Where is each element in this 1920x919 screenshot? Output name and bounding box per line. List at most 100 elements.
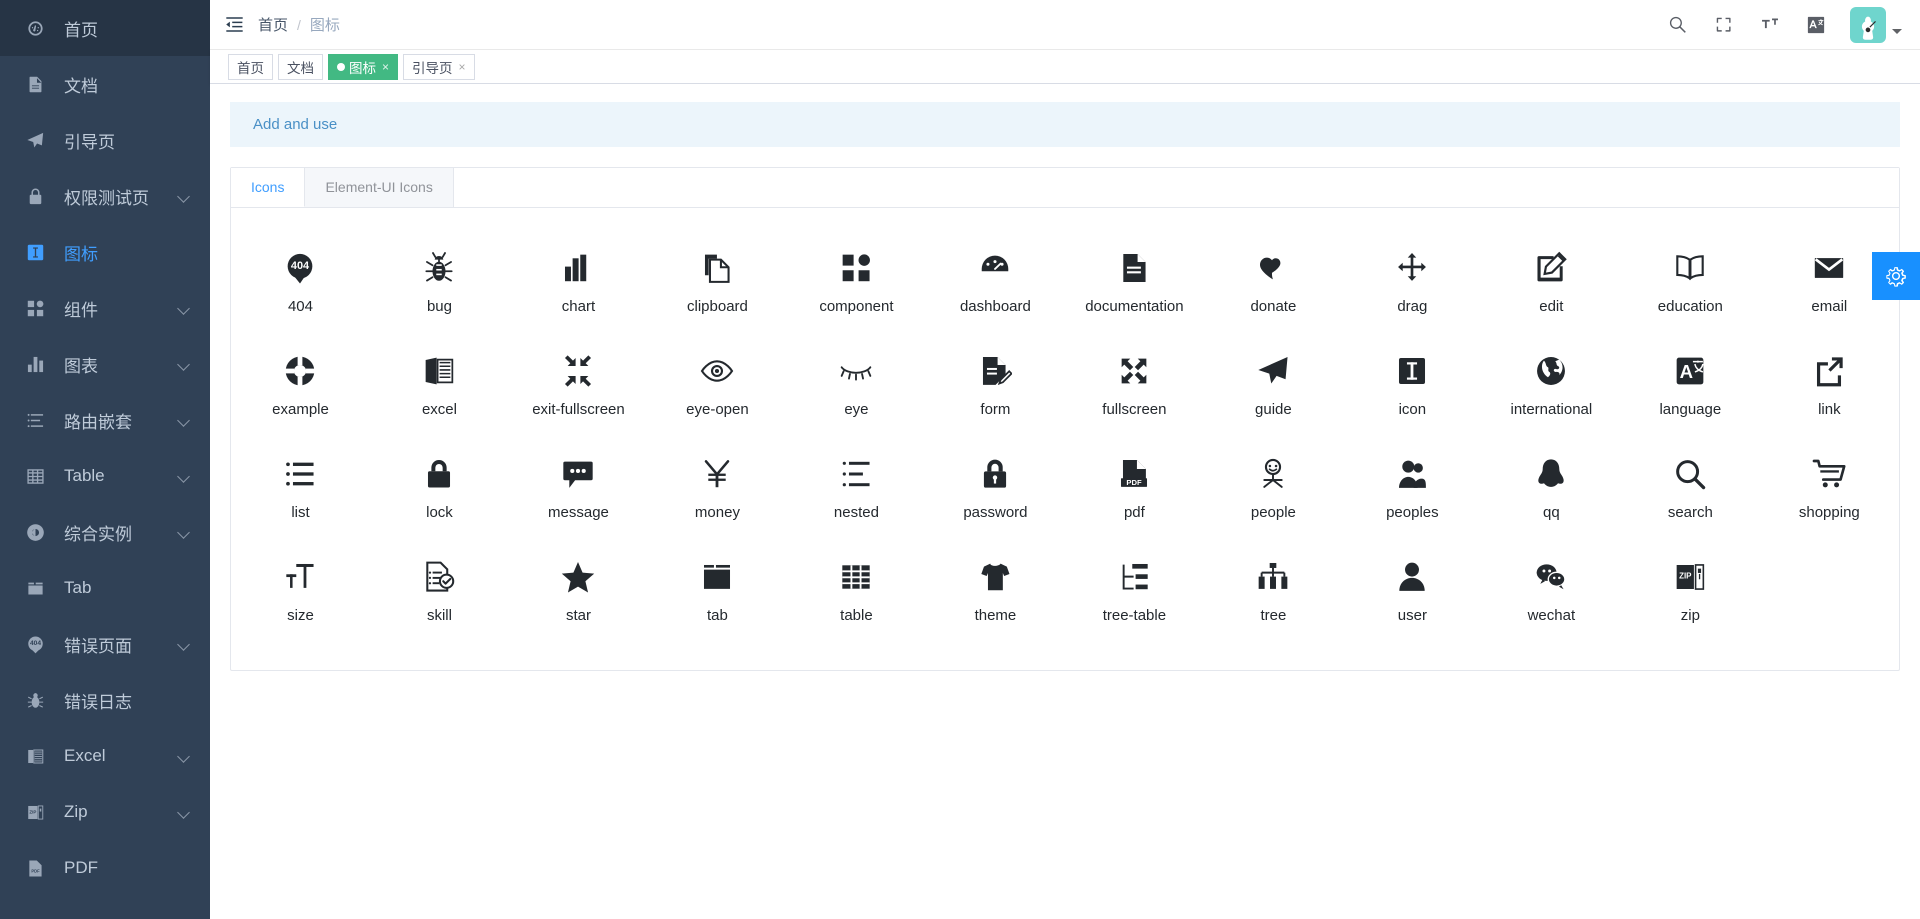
tag-item[interactable]: 首页 xyxy=(228,54,273,80)
icon-cell-guide[interactable]: guide xyxy=(1204,333,1343,436)
icon-cell-money[interactable]: money xyxy=(648,436,787,539)
chevron-down-icon[interactable] xyxy=(178,638,190,650)
chevron-down-icon[interactable] xyxy=(178,526,190,538)
sidebar-item-9[interactable]: Table xyxy=(0,448,210,504)
sidebar-item-5[interactable]: 图标 xyxy=(0,224,210,280)
icon-cell-wechat[interactable]: wechat xyxy=(1482,539,1621,642)
icon-cell-example[interactable]: example xyxy=(231,333,370,436)
icon-cell-documentation[interactable]: documentation xyxy=(1065,230,1204,333)
icon-cell-star[interactable]: star xyxy=(509,539,648,642)
tab-element-ui-icons[interactable]: Element-UI Icons xyxy=(305,168,453,207)
sidebar-item-1[interactable]: 首页 xyxy=(0,0,210,56)
hamburger-icon[interactable] xyxy=(210,0,258,50)
icon-cell-list[interactable]: list xyxy=(231,436,370,539)
icon-cell-zip[interactable]: ZIPzip xyxy=(1621,539,1760,642)
sidebar-item-10[interactable]: 综合实例 xyxy=(0,504,210,560)
sidebar-item-6[interactable]: 组件 xyxy=(0,280,210,336)
icon-label: pdf xyxy=(1069,504,1200,521)
icon-label: list xyxy=(235,504,366,521)
chevron-down-icon[interactable] xyxy=(178,190,190,202)
icon-cell-user[interactable]: user xyxy=(1343,539,1482,642)
tag-item[interactable]: 文档 xyxy=(278,54,323,80)
icon-cell-fullscreen[interactable]: fullscreen xyxy=(1065,333,1204,436)
breadcrumb-item-home[interactable]: 首页 xyxy=(258,14,288,35)
donate-icon xyxy=(1208,248,1339,288)
settings-panel-button[interactable] xyxy=(1872,252,1920,300)
icon-cell-size[interactable]: size xyxy=(231,539,370,642)
sidebar-item-4[interactable]: 权限测试页 xyxy=(0,168,210,224)
icon-cell-drag[interactable]: drag xyxy=(1343,230,1482,333)
icon-cell-pdf[interactable]: PDFpdf xyxy=(1065,436,1204,539)
icon-cell-education[interactable]: education xyxy=(1621,230,1760,333)
chevron-down-icon[interactable] xyxy=(178,470,190,482)
chevron-down-icon[interactable] xyxy=(178,750,190,762)
size-icon[interactable] xyxy=(1758,13,1782,37)
icon-cell-peoples[interactable]: peoples xyxy=(1343,436,1482,539)
sidebar-item-2[interactable]: 文档 xyxy=(0,56,210,112)
icon-cell-search[interactable]: search xyxy=(1621,436,1760,539)
avatar[interactable] xyxy=(1850,7,1902,43)
icon-cell-international[interactable]: international xyxy=(1482,333,1621,436)
chevron-down-icon[interactable] xyxy=(1892,29,1902,34)
sidebar-item-16[interactable]: PDF PDF xyxy=(0,840,210,896)
sidebar-item-11[interactable]: Tab xyxy=(0,560,210,616)
icon-cell-bug[interactable]: bug xyxy=(370,230,509,333)
close-icon[interactable]: × xyxy=(459,61,466,73)
language-icon[interactable] xyxy=(1804,13,1828,37)
icon-cell-qq[interactable]: qq xyxy=(1482,436,1621,539)
add-and-use-alert: Add and use xyxy=(230,102,1900,147)
svg-text:ZIP: ZIP xyxy=(1679,572,1692,581)
sidebar-item-3[interactable]: 引导页 xyxy=(0,112,210,168)
chevron-down-icon[interactable] xyxy=(178,358,190,370)
tab-icons[interactable]: Icons xyxy=(231,168,305,207)
chevron-down-icon[interactable] xyxy=(178,806,190,818)
icon-cell-chart[interactable]: chart xyxy=(509,230,648,333)
sidebar-item-8[interactable]: 路由嵌套 xyxy=(0,392,210,448)
search-icon[interactable] xyxy=(1666,13,1690,37)
icon-cell-people[interactable]: people xyxy=(1204,436,1343,539)
icon-cell-form[interactable]: form xyxy=(926,333,1065,436)
icon-cell-tab[interactable]: tab xyxy=(648,539,787,642)
pdf-icon: PDF xyxy=(24,857,46,879)
chevron-down-icon[interactable] xyxy=(178,414,190,426)
icon-cell-icon[interactable]: icon xyxy=(1343,333,1482,436)
icon-cell-edit[interactable]: edit xyxy=(1482,230,1621,333)
icon-cell-eye-open[interactable]: eye-open xyxy=(648,333,787,436)
icon-cell-message[interactable]: message xyxy=(509,436,648,539)
sidebar-item-14[interactable]: Excel xyxy=(0,728,210,784)
icon-cell-lock[interactable]: lock xyxy=(370,436,509,539)
sidebar-item-label: Zip xyxy=(64,802,178,822)
sidebar-item-15[interactable]: ZIPZip xyxy=(0,784,210,840)
icon-label: language xyxy=(1625,401,1756,418)
icon-cell-dashboard[interactable]: dashboard xyxy=(926,230,1065,333)
icon-cell-tree[interactable]: tree xyxy=(1204,539,1343,642)
icon-cell-component[interactable]: component xyxy=(787,230,926,333)
icon-cell-theme[interactable]: theme xyxy=(926,539,1065,642)
icon-cell-nested[interactable]: nested xyxy=(787,436,926,539)
icon-cell-eye[interactable]: eye xyxy=(787,333,926,436)
icon-cell-excel[interactable]: excel xyxy=(370,333,509,436)
icon-label: chart xyxy=(513,298,644,315)
sidebar-item-7[interactable]: 图表 xyxy=(0,336,210,392)
icon-cell-skill[interactable]: skill xyxy=(370,539,509,642)
tag-item[interactable]: 引导页× xyxy=(403,54,475,80)
add-and-use-link[interactable]: Add and use xyxy=(253,116,337,133)
icon-cell-table[interactable]: table xyxy=(787,539,926,642)
icon-cell-language[interactable]: Alanguage xyxy=(1621,333,1760,436)
icon-cell-shopping[interactable]: shopping xyxy=(1760,436,1899,539)
chevron-down-icon[interactable] xyxy=(178,302,190,314)
icon-cell-donate[interactable]: donate xyxy=(1204,230,1343,333)
fullscreen-icon[interactable] xyxy=(1712,13,1736,37)
icon-cell-link[interactable]: link xyxy=(1760,333,1899,436)
tag-item[interactable]: 图标× xyxy=(328,54,398,80)
close-icon[interactable]: × xyxy=(382,61,389,73)
icon-cell-password[interactable]: password xyxy=(926,436,1065,539)
sidebar-item-12[interactable]: 404错误页面 xyxy=(0,616,210,672)
icon-cell-tree-table[interactable]: tree-table xyxy=(1065,539,1204,642)
icon-cell-clipboard[interactable]: clipboard xyxy=(648,230,787,333)
sidebar-item-13[interactable]: 错误日志 xyxy=(0,672,210,728)
icon-cell-exit-fullscreen[interactable]: exit-fullscreen xyxy=(509,333,648,436)
example-icon xyxy=(235,351,366,391)
sidebar-item-label: PDF xyxy=(64,858,190,878)
icon-cell-404[interactable]: 404404 xyxy=(231,230,370,333)
